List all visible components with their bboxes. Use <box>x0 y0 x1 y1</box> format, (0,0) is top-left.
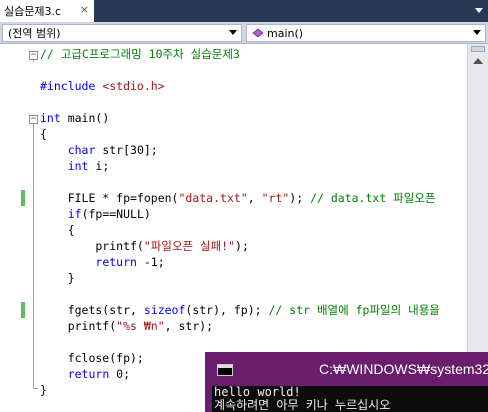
code-token: "파일오픈 실패!" <box>143 239 236 253</box>
scroll-up-icon[interactable] <box>473 58 483 64</box>
change-marker <box>21 302 25 318</box>
code-token: i; <box>88 159 110 173</box>
code-line: char str[30]; <box>40 142 158 158</box>
change-marker <box>21 190 25 206</box>
code-token: 0; <box>109 367 131 381</box>
outline-guide <box>33 124 34 388</box>
code-token: // 고급C프로그래밍 10주차 실습문제3 <box>40 47 240 61</box>
code-token: #include <box>40 79 103 93</box>
navigation-bar: (전역 범위) main() <box>0 22 488 44</box>
member-dropdown[interactable]: main() <box>246 24 486 42</box>
code-token: main() <box>60 111 110 125</box>
chevron-down-icon <box>473 30 481 35</box>
code-line: } <box>40 382 47 398</box>
code-line: FILE * fp=fopen("data.txt", "rt"); // da… <box>40 190 436 206</box>
code-token: str[30]; <box>95 143 158 157</box>
code-token: // data.txt 파일오픈 <box>310 191 436 205</box>
code-line: if(fp==NULL) <box>40 206 151 222</box>
console-title-bar[interactable]: C:₩WINDOWS₩system32 <box>205 352 488 386</box>
code-token: { <box>40 223 75 237</box>
document-tab-strip: 실습문제3.c × <box>0 0 488 22</box>
code-line: int main() <box>40 110 109 126</box>
collapse-toggle[interactable]: − <box>29 51 38 60</box>
code-line: { <box>40 126 47 142</box>
code-token: printf( <box>40 319 117 333</box>
code-token: , str); <box>164 319 214 333</box>
code-token: sizeof <box>143 303 186 317</box>
code-token: ); <box>235 239 249 253</box>
tab-label: 실습문제3.c <box>4 5 62 18</box>
code-token: ); <box>289 191 311 205</box>
code-token: -1; <box>136 255 165 269</box>
scope-value: (전역 범위) <box>8 27 61 40</box>
code-token: char <box>67 143 96 157</box>
code-token: "%s ₩n" <box>116 319 165 333</box>
code-line: int i; <box>40 158 110 174</box>
code-token: (str), fp); <box>185 303 269 317</box>
tab-document[interactable]: 실습문제3.c × <box>0 0 94 22</box>
code-line: fclose(fp); <box>40 350 144 366</box>
code-line: // 고급C프로그래밍 10주차 실습문제3 <box>40 46 240 62</box>
chevron-down-icon <box>229 30 237 35</box>
code-token: fgets(str, <box>40 303 144 317</box>
code-token: , <box>247 191 262 205</box>
code-line: fgets(str, sizeof(str), fp); // str 배열에 … <box>40 302 440 318</box>
member-value: main() <box>267 26 304 40</box>
code-token: { <box>40 127 47 141</box>
close-icon[interactable]: × <box>80 3 89 16</box>
code-line: printf("%s ₩n", str); <box>40 318 213 334</box>
split-handle-icon[interactable] <box>471 46 485 52</box>
code-token: printf( <box>40 239 144 253</box>
code-line: { <box>40 222 75 238</box>
code-token: return <box>67 367 110 381</box>
collapse-toggle[interactable]: − <box>29 115 38 124</box>
code-token: int <box>40 111 61 125</box>
code-token: fclose(fp); <box>40 351 144 365</box>
code-token: FILE * fp=fopen( <box>40 191 179 205</box>
code-token: } <box>40 383 47 397</box>
code-line: return 0; <box>40 366 130 382</box>
outline-guide <box>33 60 34 62</box>
code-token: } <box>40 271 75 285</box>
code-token: int <box>67 159 89 173</box>
console-title: C:₩WINDOWS₩system32 <box>319 361 488 377</box>
code-token: return <box>95 255 137 269</box>
scope-dropdown[interactable]: (전역 범위) <box>2 24 242 42</box>
code-line: return -1; <box>40 254 165 270</box>
console-window[interactable]: C:₩WINDOWS₩system32 hello world! 계속하려면 아… <box>205 352 488 412</box>
code-token: if <box>67 207 82 221</box>
code-token: <stdio.h> <box>102 79 165 93</box>
console-output: hello world! 계속하려면 아무 키나 누르십시오 <box>212 386 488 412</box>
console-line: 계속하려면 아무 키나 누르십시오 <box>214 398 391 412</box>
code-token: "rt" <box>261 191 290 205</box>
code-token: (fp==NULL) <box>81 207 151 221</box>
code-line: #include <stdio.h> <box>40 78 165 94</box>
code-token: "data.txt" <box>178 191 248 205</box>
console-app-icon <box>217 364 233 376</box>
editor-margin <box>0 44 22 412</box>
code-line: printf("파일오픈 실패!"); <box>40 238 249 254</box>
chevron-down-icon[interactable] <box>473 4 485 16</box>
outline-guide-end <box>33 388 38 389</box>
method-icon <box>252 28 264 38</box>
code-line: } <box>40 270 75 286</box>
code-token: // str 배열에 fp파일의 내용을 <box>268 303 440 317</box>
